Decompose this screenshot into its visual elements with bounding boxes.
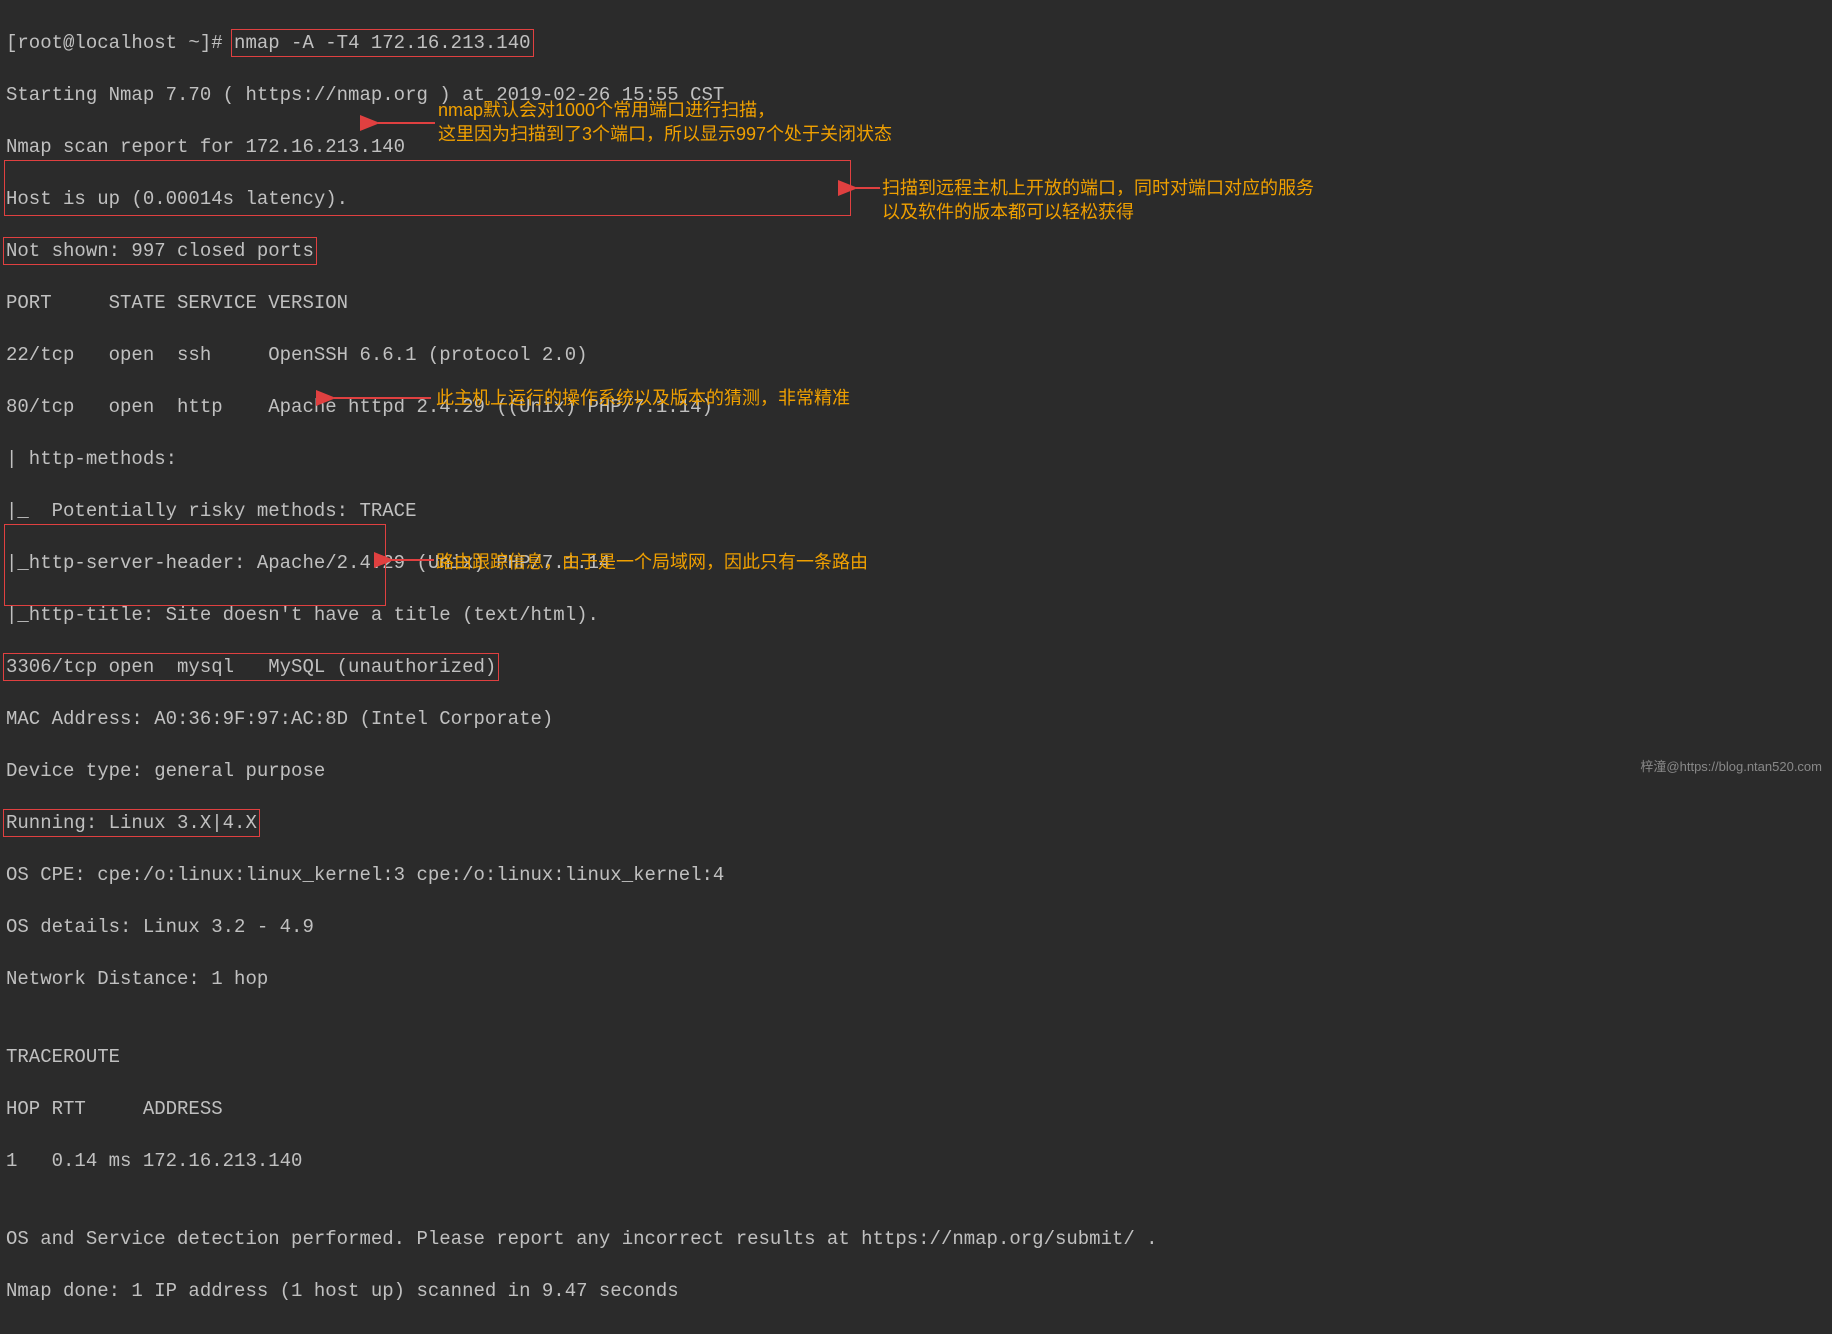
output-line: MAC Address: A0:36:9F:97:AC:8D (Intel Co… [6, 706, 1826, 732]
output-line: Starting Nmap 7.70 ( https://nmap.org ) … [6, 82, 1826, 108]
output-line: 22/tcp open ssh OpenSSH 6.6.1 (protocol … [6, 342, 1826, 368]
output-line: HOP RTT ADDRESS [6, 1096, 1826, 1122]
output-line: Network Distance: 1 hop [6, 966, 1826, 992]
annotation-os: 此主机上运行的操作系统以及版本的猜测，非常精准 [436, 386, 850, 410]
not-shown-box: Not shown: 997 closed ports [3, 237, 317, 265]
command-box: nmap -A -T4 172.16.213.140 [231, 29, 533, 57]
command-text: nmap -A -T4 172.16.213.140 [234, 32, 530, 54]
output-line: |_http-title: Site doesn't have a title … [6, 602, 1826, 628]
output-line: | http-methods: [6, 446, 1826, 472]
output-line: Nmap scan report for 172.16.213.140 [6, 134, 1826, 160]
mysql-text: 3306/tcp open mysql MySQL (unauthorized) [6, 656, 496, 678]
output-line: 3306/tcp open mysql MySQL (unauthorized) [6, 654, 1826, 680]
output-line: Device type: general purpose [6, 758, 1826, 784]
output-line: Nmap done: 1 IP address (1 host up) scan… [6, 1278, 1826, 1304]
prompt: [root@localhost ~]# [6, 32, 234, 54]
mysql-box: 3306/tcp open mysql MySQL (unauthorized) [3, 653, 499, 681]
output-line: 80/tcp open http Apache httpd 2.4.29 ((U… [6, 394, 1826, 420]
watermark: 梓潼@https://blog.ntan520.com [1640, 754, 1822, 780]
output-line: OS CPE: cpe:/o:linux:linux_kernel:3 cpe:… [6, 862, 1826, 888]
output-line: |_ Potentially risky methods: TRACE [6, 498, 1826, 524]
output-line: |_http-server-header: Apache/2.4.29 (Uni… [6, 550, 1826, 576]
output-line: OS and Service detection performed. Plea… [6, 1226, 1826, 1252]
os-text: Running: Linux 3.X|4.X [6, 812, 257, 834]
annotation-traceroute: 路由跟踪信息，由于是一个局域网，因此只有一条路由 [436, 550, 868, 574]
output-line: TRACEROUTE [6, 1044, 1826, 1070]
not-shown-text: Not shown: 997 closed ports [6, 240, 314, 262]
annotation-open-ports: 扫描到远程主机上开放的端口，同时对端口对应的服务 以及软件的版本都可以轻松获得 [882, 176, 1314, 224]
command-line: [root@localhost ~]# nmap -A -T4 172.16.2… [6, 30, 1826, 56]
output-line: 1 0.14 ms 172.16.213.140 [6, 1148, 1826, 1174]
output-line: Running: Linux 3.X|4.X [6, 810, 1826, 836]
os-box: Running: Linux 3.X|4.X [3, 809, 260, 837]
output-line: PORT STATE SERVICE VERSION [6, 290, 1826, 316]
output-line: Not shown: 997 closed ports [6, 238, 1826, 264]
annotation-ports-closed: nmap默认会对1000个常用端口进行扫描， 这里因为扫描到了3个端口，所以显示… [438, 98, 892, 146]
output-line: OS details: Linux 3.2 - 4.9 [6, 914, 1826, 940]
